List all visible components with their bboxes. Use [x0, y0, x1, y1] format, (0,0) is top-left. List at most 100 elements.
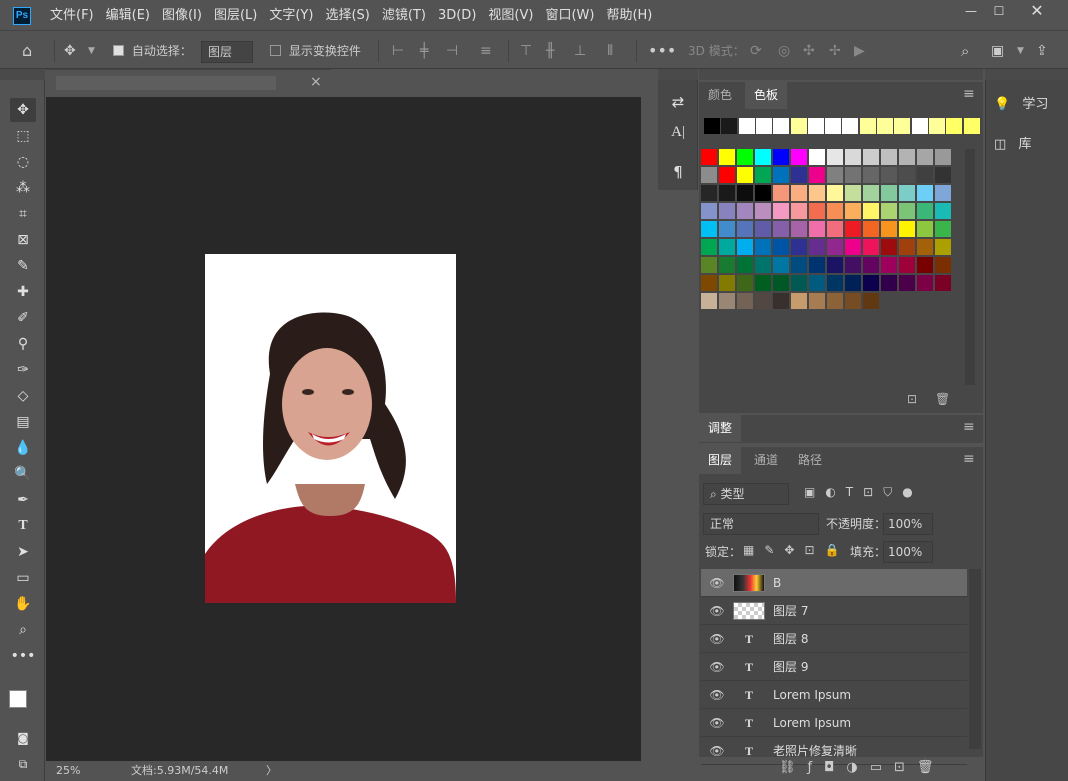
panel-collapse-strip[interactable] [699, 69, 983, 80]
color-swatch[interactable] [845, 203, 861, 219]
learn-panel-button[interactable]: 💡 学习 [994, 92, 1048, 118]
distribute-icon[interactable]: ≡ [480, 41, 492, 61]
color-swatch[interactable] [719, 239, 735, 255]
align-left-icon[interactable]: ⊢ [392, 41, 404, 61]
layers-menu-icon[interactable]: ≡ [963, 451, 975, 467]
color-swatch[interactable] [773, 239, 789, 255]
layer-row[interactable]: 👁 T 图层 8 [701, 625, 967, 653]
color-swatch[interactable] [719, 149, 735, 165]
move-tool-icon[interactable]: ✥ [64, 41, 76, 61]
color-swatch[interactable] [845, 167, 861, 183]
color-swatch[interactable] [791, 185, 807, 201]
toolbar-collapse-strip[interactable] [0, 69, 45, 80]
color-swatch[interactable] [809, 185, 825, 201]
workspace-chevron-icon[interactable]: ▼ [1017, 41, 1024, 61]
layer-row[interactable]: 👁 T 图层 9 [701, 653, 967, 681]
color-swatch[interactable] [701, 203, 717, 219]
color-swatch[interactable] [809, 239, 825, 255]
color-swatch[interactable] [791, 275, 807, 291]
color-swatch[interactable] [863, 221, 879, 237]
library-panel-button[interactable]: ◫ 库 [994, 132, 1031, 158]
canvas-area[interactable] [46, 97, 641, 761]
dodge-tool-icon[interactable]: 🔍 [10, 462, 36, 486]
eyedropper-tool-icon[interactable]: ✎ [10, 254, 36, 278]
tab-color[interactable]: 颜色 [699, 82, 741, 109]
home-icon[interactable]: ⌂ [22, 41, 32, 61]
color-swatch[interactable] [881, 239, 897, 255]
3d-rotate-icon[interactable]: ⟳ [750, 41, 762, 61]
marquee-tool-icon[interactable]: ⬚ [10, 124, 36, 148]
color-swatch[interactable] [899, 149, 915, 165]
color-swatch[interactable] [701, 275, 717, 291]
color-swatch[interactable] [809, 275, 825, 291]
character-icon[interactable]: A| [666, 120, 690, 144]
share-icon[interactable]: ⇪ [1036, 41, 1048, 61]
color-swatch[interactable] [719, 221, 735, 237]
color-swatch[interactable] [827, 149, 843, 165]
color-swatch[interactable] [773, 185, 789, 201]
new-swatch-icon[interactable]: ⊡ [907, 392, 917, 406]
move-tool-icon[interactable]: ✥ [10, 98, 36, 122]
color-swatch[interactable] [935, 167, 951, 183]
recent-swatch[interactable] [946, 118, 963, 134]
workspace-icon[interactable]: ▣ [991, 41, 1004, 61]
color-swatch[interactable] [863, 257, 879, 273]
color-swatch[interactable] [755, 167, 771, 183]
recent-swatch[interactable] [773, 118, 790, 134]
color-swatch[interactable] [701, 293, 717, 309]
menu-item-5[interactable]: 选择(S) [319, 0, 375, 31]
layer-row[interactable]: 👁 B [701, 569, 967, 597]
paragraph-icon[interactable]: ¶ [666, 160, 690, 184]
color-swatch[interactable] [737, 275, 753, 291]
quick-select-tool-icon[interactable]: ⁂ [10, 176, 36, 200]
color-swatch[interactable] [845, 185, 861, 201]
visibility-eye-icon[interactable]: 👁 [709, 653, 725, 681]
color-swatch[interactable] [917, 239, 933, 255]
color-swatch[interactable] [737, 167, 753, 183]
close-button[interactable]: ✕ [1024, 3, 1050, 21]
color-swatch[interactable] [845, 149, 861, 165]
color-swatch[interactable] [881, 221, 897, 237]
layers-scrollbar[interactable] [969, 569, 981, 749]
color-swatch[interactable] [719, 167, 735, 183]
3d-scale-icon[interactable]: ▶ [854, 41, 865, 61]
3d-pan-icon[interactable]: ✣ [803, 41, 815, 61]
visibility-eye-icon[interactable]: 👁 [709, 597, 725, 625]
color-swatch[interactable] [935, 149, 951, 165]
color-swatch[interactable] [881, 257, 897, 273]
gradient-tool-icon[interactable]: ▤ [10, 410, 36, 434]
color-swatch[interactable] [827, 167, 843, 183]
recent-swatch[interactable] [842, 118, 859, 134]
status-chevron-icon[interactable]: 〉 [266, 761, 277, 781]
color-swatch[interactable] [917, 257, 933, 273]
color-swatch[interactable] [935, 257, 951, 273]
swatches-scrollbar[interactable] [965, 149, 975, 385]
color-swatch[interactable] [791, 203, 807, 219]
color-swatch[interactable] [791, 221, 807, 237]
eraser-tool-icon[interactable]: ◇ [10, 384, 36, 408]
layer-row[interactable]: 👁 T Lorem Ipsum [701, 681, 967, 709]
opacity-input[interactable]: 100% [883, 513, 933, 535]
color-swatch[interactable] [881, 167, 897, 183]
color-swatch[interactable] [827, 221, 843, 237]
color-swatch[interactable] [863, 239, 879, 255]
color-swatch[interactable] [701, 167, 717, 183]
color-swatch[interactable] [863, 275, 879, 291]
color-swatch[interactable] [719, 257, 735, 273]
recent-swatch[interactable] [911, 118, 928, 134]
recent-swatch[interactable] [755, 118, 772, 134]
search-icon[interactable]: ⌕ [961, 41, 969, 61]
recent-swatch[interactable] [825, 118, 842, 134]
tab-swatches[interactable]: 色板 [745, 82, 788, 109]
color-swatch[interactable] [935, 203, 951, 219]
layer-filter-select[interactable]: ⌕ 类型 [703, 483, 789, 505]
recent-swatch[interactable] [894, 118, 911, 134]
align-bottom-icon[interactable]: ⊥ [574, 41, 586, 61]
color-swatch[interactable] [863, 203, 879, 219]
menu-item-1[interactable]: 编辑(E) [100, 0, 156, 31]
frame-tool-icon[interactable]: ⊠ [10, 228, 36, 252]
delete-swatch-icon[interactable]: 🗑 [935, 392, 950, 406]
color-swatch[interactable] [755, 149, 771, 165]
color-swatch[interactable] [737, 203, 753, 219]
blur-tool-icon[interactable]: 💧 [10, 436, 36, 460]
